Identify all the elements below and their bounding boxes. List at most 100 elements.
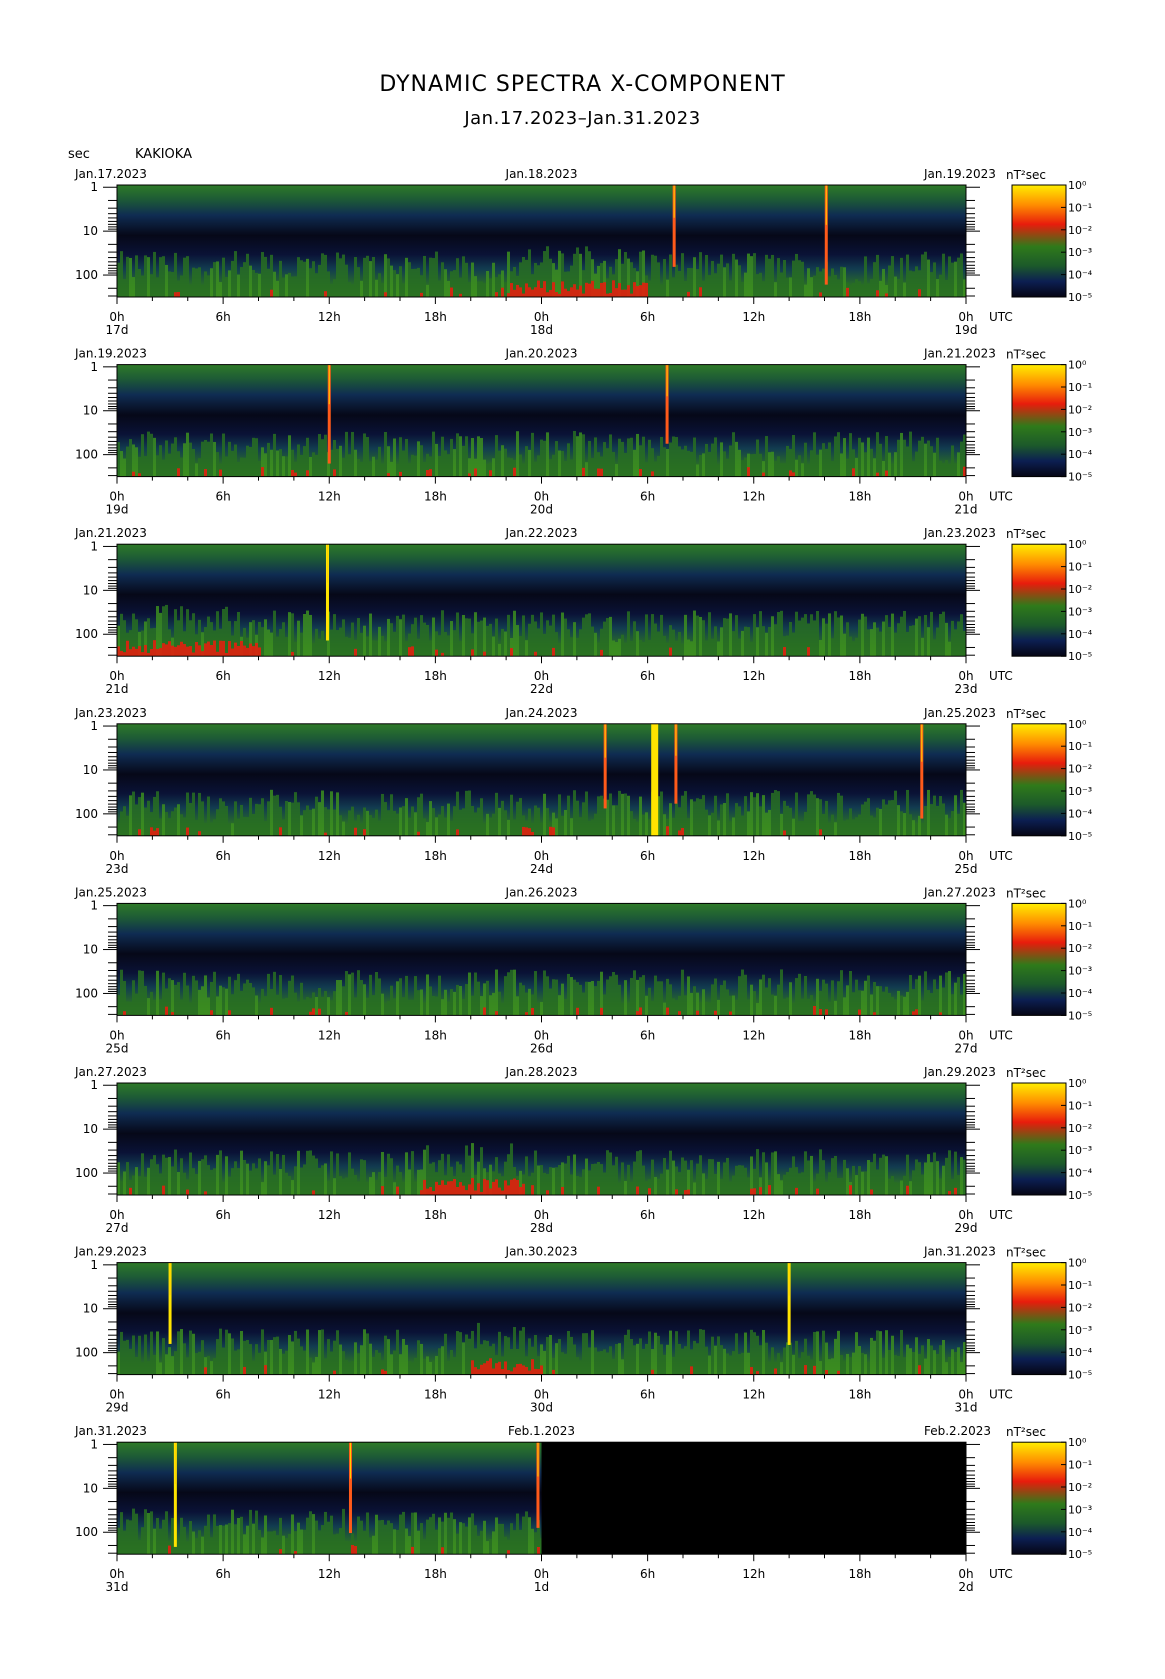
activity-column xyxy=(801,1172,804,1195)
activity-peak xyxy=(129,1187,132,1195)
x-tick-label: 12h xyxy=(742,1388,765,1402)
activity-column xyxy=(360,1520,363,1555)
activity-peak xyxy=(678,1011,681,1016)
activity-peak xyxy=(804,1365,807,1375)
activity-column xyxy=(873,1153,876,1195)
activity-column xyxy=(870,1337,873,1375)
activity-column xyxy=(177,982,180,1016)
activity-column xyxy=(303,1164,306,1195)
activity-peak xyxy=(456,1186,459,1195)
activity-column xyxy=(663,1157,666,1195)
activity-column xyxy=(429,801,432,836)
panel-mid-date: Jan.20.2023 xyxy=(505,347,578,361)
activity-column xyxy=(609,976,612,1016)
activity-peak xyxy=(291,651,294,657)
activity-column xyxy=(930,1162,933,1195)
activity-peak xyxy=(141,652,144,657)
activity-column xyxy=(861,442,864,477)
activity-column xyxy=(933,1350,936,1375)
activity-column xyxy=(138,970,141,1016)
activity-peak xyxy=(186,646,189,657)
activity-column xyxy=(525,446,528,477)
activity-column xyxy=(297,1001,300,1016)
activity-column xyxy=(597,796,600,836)
activity-column xyxy=(345,431,348,477)
activity-peak xyxy=(162,643,165,657)
activity-column xyxy=(198,267,201,297)
activity-column xyxy=(906,446,909,477)
activity-column xyxy=(360,280,363,297)
activity-peak xyxy=(123,652,126,657)
activity-column xyxy=(756,793,759,836)
activity-column xyxy=(513,819,516,836)
x-unit-label: UTC xyxy=(989,1028,1013,1042)
activity-column xyxy=(627,1329,630,1375)
activity-column xyxy=(396,274,399,297)
activity-column xyxy=(948,256,951,297)
activity-column xyxy=(348,1541,351,1555)
activity-peak xyxy=(444,1184,447,1195)
activity-column xyxy=(804,442,807,477)
activity-column xyxy=(243,983,246,1016)
activity-column xyxy=(723,451,726,477)
activity-column xyxy=(825,1342,828,1375)
activity-column xyxy=(798,1358,801,1375)
activity-peak xyxy=(351,1544,354,1555)
activity-column xyxy=(285,1172,288,1195)
activity-column xyxy=(222,987,225,1016)
activity-peak xyxy=(948,1191,951,1195)
activity-column xyxy=(171,1356,174,1375)
x-tick-label: 6h xyxy=(216,310,231,324)
activity-column xyxy=(546,432,549,477)
activity-peak xyxy=(636,1186,639,1195)
activity-column xyxy=(870,278,873,297)
activity-peak xyxy=(459,1182,462,1195)
signal-spike-core xyxy=(788,1262,790,1296)
activity-column xyxy=(291,1341,294,1375)
activity-column xyxy=(504,810,507,836)
activity-column xyxy=(168,1157,171,1195)
activity-column xyxy=(309,1150,312,1195)
activity-column xyxy=(498,1523,501,1555)
activity-column xyxy=(267,1165,270,1195)
activity-column xyxy=(933,979,936,1016)
activity-column xyxy=(660,436,663,477)
activity-column xyxy=(186,1357,189,1375)
x-tick-label: 18h xyxy=(848,1567,871,1581)
activity-column xyxy=(777,456,780,477)
activity-column xyxy=(570,977,573,1016)
spectrogram-panels: Jan.17.2023 Jan.18.2023 Jan.19.2023 nT²sec1… xyxy=(74,167,1093,1594)
activity-column xyxy=(354,449,357,477)
activity-column xyxy=(777,791,780,836)
activity-column xyxy=(873,458,876,477)
activity-peak xyxy=(441,1547,444,1555)
colorbar-tick-label: 10⁻³ xyxy=(1068,246,1092,259)
activity-column xyxy=(126,1162,129,1195)
activity-peak xyxy=(531,1007,534,1016)
activity-column xyxy=(192,975,195,1016)
activity-peak xyxy=(471,1178,474,1195)
activity-column xyxy=(891,463,894,477)
activity-column xyxy=(384,641,387,657)
activity-column xyxy=(729,821,732,836)
colorbar xyxy=(1011,184,1067,298)
activity-column xyxy=(279,1169,282,1195)
activity-column xyxy=(618,790,621,836)
activity-column xyxy=(783,463,786,477)
activity-peak xyxy=(168,641,171,657)
activity-column xyxy=(297,620,300,657)
y-tick-label: 100 xyxy=(75,1346,98,1360)
activity-column xyxy=(702,620,705,657)
activity-column xyxy=(192,792,195,836)
activity-column xyxy=(390,794,393,836)
activity-column xyxy=(462,1342,465,1375)
activity-column xyxy=(774,995,777,1016)
colorbar-tick-label: 10⁻³ xyxy=(1068,605,1092,618)
activity-column xyxy=(576,800,579,836)
activity-column xyxy=(246,1339,249,1375)
activity-column xyxy=(612,640,615,657)
activity-column xyxy=(375,1514,378,1555)
activity-peak xyxy=(213,640,216,657)
x-tick-label: 12h xyxy=(318,1028,341,1042)
activity-peak xyxy=(513,289,516,297)
